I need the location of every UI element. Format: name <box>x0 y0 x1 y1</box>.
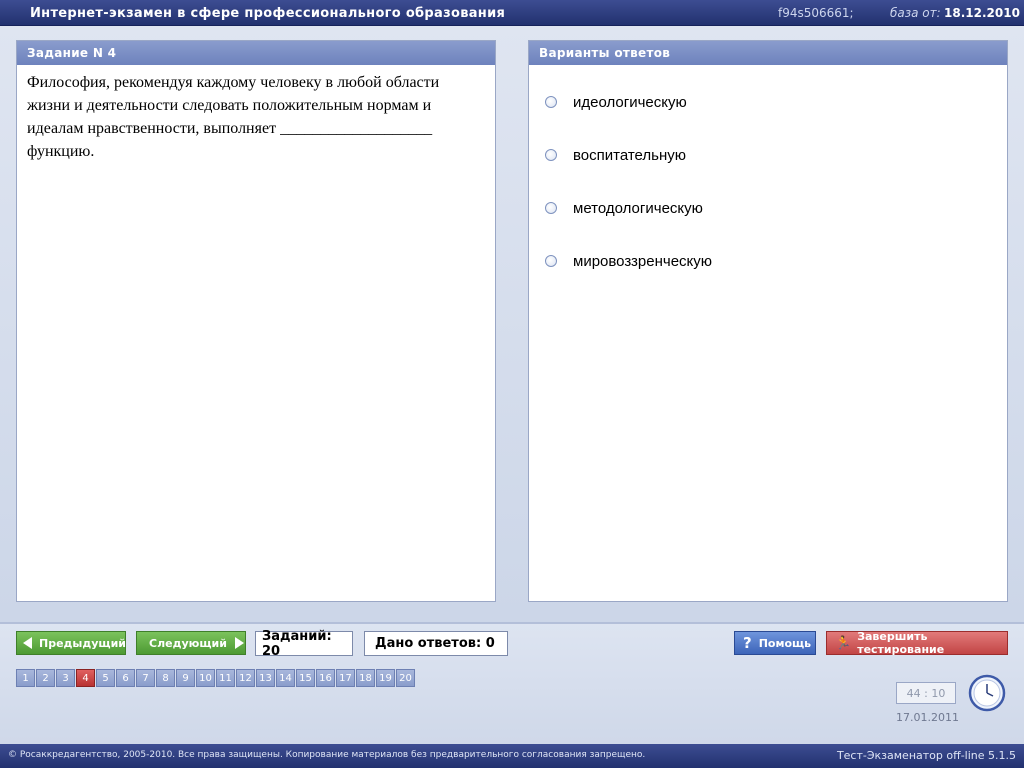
next-label: Следующий <box>149 636 227 650</box>
page-button-15[interactable]: 15 <box>296 669 315 687</box>
help-button[interactable]: ? Помощь <box>734 631 816 655</box>
task-pager: 1 2 3 4 5 6 7 8 9 10 11 12 13 14 15 16 17 18 19 20 <box>16 669 416 687</box>
answer-option-1[interactable]: идеологическую <box>545 91 687 113</box>
answers-heading: Варианты ответов <box>529 41 1007 65</box>
page-button-2[interactable]: 2 <box>36 669 55 687</box>
footer: © Росаккредагентство, 2005-2010. Все пра… <box>0 744 1024 768</box>
answers-panel: Варианты ответов идеологическую воспитат… <box>528 40 1008 602</box>
question-text: Философия, рекомендуя каждому человеку в… <box>27 74 440 160</box>
page-button-14[interactable]: 14 <box>276 669 295 687</box>
radio-button[interactable] <box>545 96 557 108</box>
radio-button[interactable] <box>545 202 557 214</box>
page-button-10[interactable]: 10 <box>196 669 215 687</box>
previous-label: Предыдущий <box>39 636 127 650</box>
base-date: 18.12.2010 <box>944 6 1020 20</box>
base-label: база от: <box>890 6 941 20</box>
page-button-4[interactable]: 4 <box>76 669 95 687</box>
page-button-1[interactable]: 1 <box>16 669 35 687</box>
question-mark-icon: ? <box>743 634 752 652</box>
finish-label: Завершить тестирование <box>857 630 945 656</box>
page-button-18[interactable]: 18 <box>356 669 375 687</box>
page-button-11[interactable]: 11 <box>216 669 235 687</box>
answer-label: мировоззренческую <box>573 252 713 270</box>
page-button-19[interactable]: 19 <box>376 669 395 687</box>
radio-button[interactable] <box>545 149 557 161</box>
app-title: Интернет-экзамен в сфере профессионально… <box>30 6 506 21</box>
page-button-7[interactable]: 7 <box>136 669 155 687</box>
answer-option-4[interactable]: мировоззренческую <box>545 250 712 272</box>
current-date: 17.01.2011 <box>896 711 959 724</box>
answer-label: воспитательную <box>573 146 687 164</box>
page-button-5[interactable]: 5 <box>96 669 115 687</box>
page-button-9[interactable]: 9 <box>176 669 195 687</box>
task-heading: Задание N 4 <box>17 41 495 65</box>
help-label: Помощь <box>758 636 812 650</box>
previous-button[interactable]: Предыдущий <box>16 631 126 655</box>
title-bar: Интернет-экзамен в сфере профессионально… <box>0 0 1024 26</box>
answer-option-3[interactable]: методологическую <box>545 197 703 219</box>
answer-label: методологическую <box>573 199 703 217</box>
answer-option-2[interactable]: воспитательную <box>545 144 686 166</box>
copyright-text: © Росаккредагентство, 2005-2010. Все пра… <box>8 750 646 760</box>
arrow-right-icon <box>234 637 244 649</box>
arrow-left-icon <box>23 637 32 649</box>
session-code: f94s506661; <box>778 6 854 20</box>
page-button-8[interactable]: 8 <box>156 669 175 687</box>
version-text: Тест-Экзаменатор off-line 5.1.5 <box>836 749 1016 762</box>
page-button-12[interactable]: 12 <box>236 669 255 687</box>
page-button-3[interactable]: 3 <box>56 669 75 687</box>
tasks-count: Заданий: 20 <box>255 629 353 659</box>
page-button-20[interactable]: 20 <box>396 669 415 687</box>
answer-label: идеологическую <box>573 93 687 111</box>
page-button-16[interactable]: 16 <box>316 669 335 687</box>
page-button-17[interactable]: 17 <box>336 669 355 687</box>
page-button-6[interactable]: 6 <box>116 669 135 687</box>
answers-given-count: Дано ответов: 0 <box>364 631 508 656</box>
timer: 44 : 10 <box>896 682 956 704</box>
radio-button[interactable] <box>545 255 557 267</box>
running-man-icon: 🏃 <box>835 635 852 651</box>
task-panel: Задание N 4 Философия, рекомендуя каждом… <box>16 40 496 602</box>
finish-test-button[interactable]: 🏃 Завершить тестирование <box>826 630 1008 656</box>
clock-icon <box>968 674 1006 712</box>
next-button[interactable]: Следующий <box>136 631 246 655</box>
page-button-13[interactable]: 13 <box>256 669 275 687</box>
